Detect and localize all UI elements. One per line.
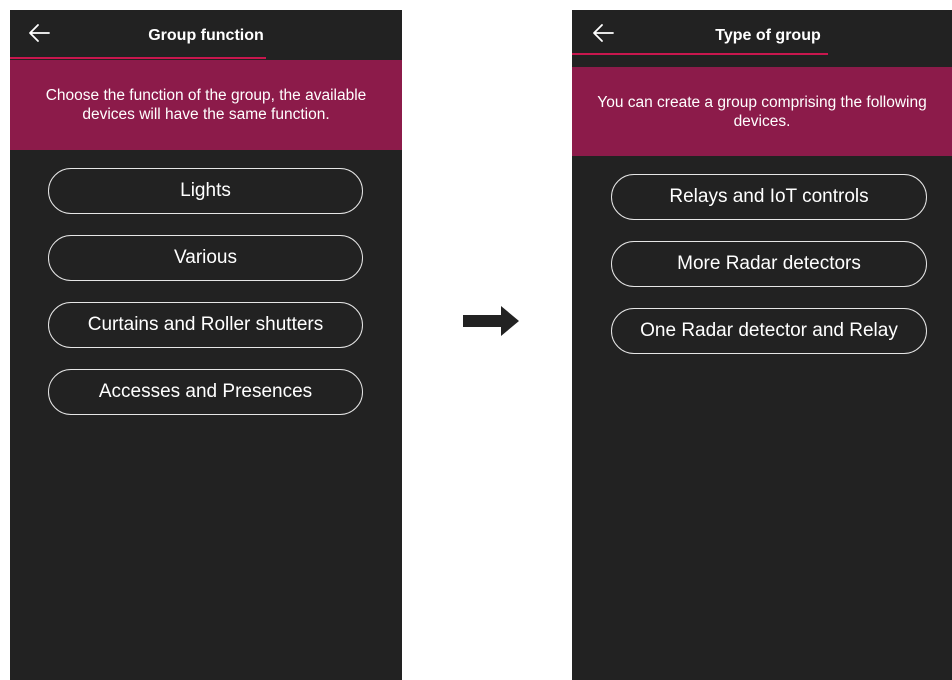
type-of-group-screen: Type of group You can create a group com… xyxy=(572,10,952,680)
header: Group function xyxy=(10,10,402,58)
option-various-button[interactable]: Various xyxy=(48,235,363,281)
header: Type of group xyxy=(572,10,952,58)
description-banner: You can create a group comprising the fo… xyxy=(572,67,952,156)
group-function-screen: Group function Choose the function of th… xyxy=(10,10,402,680)
page-title: Type of group xyxy=(715,27,821,44)
option-relays-iot-button[interactable]: Relays and IoT controls xyxy=(611,174,927,220)
option-accesses-button[interactable]: Accesses and Presences xyxy=(48,369,363,415)
page-title: Group function xyxy=(148,27,264,44)
option-lights-button[interactable]: Lights xyxy=(48,168,363,214)
description-banner: Choose the function of the group, the av… xyxy=(10,60,402,150)
option-curtains-button[interactable]: Curtains and Roller shutters xyxy=(48,302,363,348)
option-radar-relay-button[interactable]: One Radar detector and Relay xyxy=(611,308,927,354)
title-underline xyxy=(572,53,828,55)
title-underline xyxy=(10,57,266,59)
arrow-right-icon xyxy=(463,306,519,336)
option-radar-detectors-button[interactable]: More Radar detectors xyxy=(611,241,927,287)
